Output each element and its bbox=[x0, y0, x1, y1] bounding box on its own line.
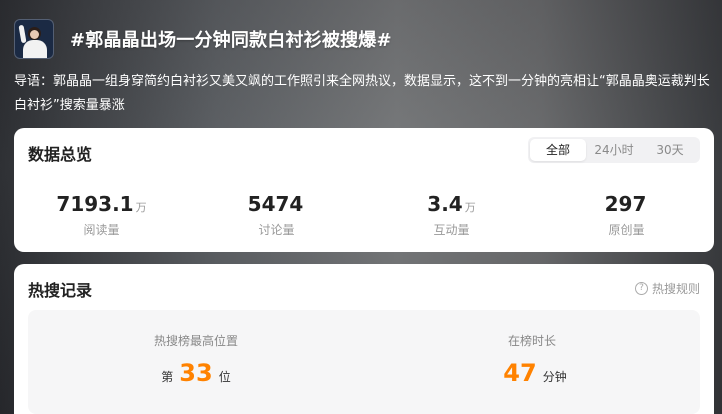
hot-search-record-card: 热搜记录 ? 热搜规则 热搜榜最高位置 第 33 位 在榜时长 47 分钟 bbox=[14, 264, 714, 414]
peak-rank: 热搜榜最高位置 第 33 位 bbox=[28, 310, 364, 414]
list-duration-label: 在榜时长 bbox=[507, 334, 556, 348]
stat-value: 5474 bbox=[247, 192, 304, 216]
stat-originals: 297 原创量 bbox=[539, 192, 714, 238]
tab-30d[interactable]: 30天 bbox=[642, 139, 698, 161]
question-icon: ? bbox=[634, 282, 648, 295]
tab-24h[interactable]: 24小时 bbox=[586, 139, 642, 161]
stat-discussions: 5474 讨论量 bbox=[189, 192, 364, 238]
stat-label: 互动量 bbox=[433, 223, 470, 237]
topic-avatar bbox=[14, 19, 54, 59]
topic-title: #郭晶晶出场一分钟同款白衬衫被搜爆# bbox=[70, 30, 392, 51]
list-duration: 在榜时长 47 分钟 bbox=[364, 310, 700, 414]
stat-value: 3.4 万 bbox=[427, 192, 476, 216]
rules-label: 热搜规则 bbox=[651, 282, 700, 296]
overview-card: 数据总览 全部 24小时 30天 7193.1 万 阅读量 5474 讨论量 3.… bbox=[14, 128, 714, 252]
peak-rank-value: 第 33 位 bbox=[161, 359, 231, 387]
stats-row: 7193.1 万 阅读量 5474 讨论量 3.4 万 互动量 297 原创量 bbox=[14, 192, 714, 238]
stat-interactions: 3.4 万 互动量 bbox=[364, 192, 539, 238]
list-duration-number: 47 bbox=[503, 359, 537, 387]
stat-label: 原创量 bbox=[608, 223, 645, 237]
peak-rank-label: 热搜榜最高位置 bbox=[153, 334, 238, 348]
tab-all[interactable]: 全部 bbox=[530, 139, 586, 161]
peak-rank-number: 33 bbox=[179, 359, 213, 387]
rules-link[interactable]: ? 热搜规则 bbox=[634, 280, 700, 297]
stat-value: 7193.1 万 bbox=[56, 192, 147, 216]
record-title: 热搜记录 bbox=[28, 281, 93, 300]
time-range-tabs: 全部 24小时 30天 bbox=[528, 137, 700, 163]
stat-reads: 7193.1 万 阅读量 bbox=[14, 192, 189, 238]
list-duration-value: 47 分钟 bbox=[503, 359, 567, 387]
stat-label: 讨论量 bbox=[258, 223, 295, 237]
record-box: 热搜榜最高位置 第 33 位 在榜时长 47 分钟 bbox=[28, 310, 700, 414]
topic-intro: 导语：郭晶晶一组身穿简约白衬衫又美又飒的工作照引来全网热议，数据显示，这不到一分… bbox=[14, 74, 710, 113]
topic-header: #郭晶晶出场一分钟同款白衬衫被搜爆# bbox=[14, 18, 722, 60]
overview-title: 数据总览 bbox=[28, 145, 93, 164]
stat-value: 297 bbox=[604, 192, 647, 216]
stat-label: 阅读量 bbox=[83, 223, 120, 237]
